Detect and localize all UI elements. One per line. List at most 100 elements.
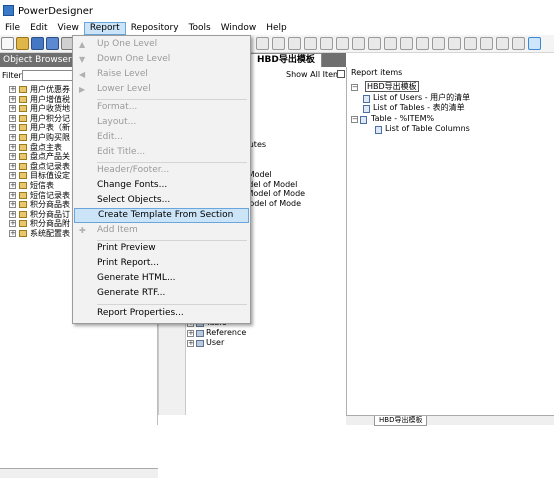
table-icon	[19, 162, 27, 170]
menu-item-select-objects[interactable]: Select Objects...	[74, 193, 249, 208]
report-root-item[interactable]: − HBD导出模板	[351, 81, 551, 93]
menu-item-print-preview[interactable]: Print Preview	[74, 241, 249, 256]
menu-item-report-properties[interactable]: Report Properties...	[74, 306, 249, 321]
expand-icon[interactable]: +	[9, 181, 16, 189]
menu-item-lower-level[interactable]: ▶ Lower Level	[74, 82, 249, 97]
menu-help[interactable]: Help	[261, 22, 292, 35]
expand-icon[interactable]: +	[9, 162, 16, 170]
toolbar-icon-10[interactable]	[400, 37, 413, 50]
menu-item-raise-level[interactable]: ◀ Raise Level	[74, 67, 249, 82]
report-items-label: Report items	[351, 68, 403, 77]
report-item[interactable]: List of Tables - 表的清单	[351, 103, 551, 114]
list-icon	[375, 126, 382, 134]
expand-icon[interactable]: +	[9, 191, 16, 199]
menu-file[interactable]: File	[0, 22, 25, 35]
menu-item-edit[interactable]: Edit...	[74, 130, 249, 145]
menu-edit[interactable]: Edit	[25, 22, 52, 35]
toolbar-icon-14[interactable]	[464, 37, 477, 50]
toolbar-icon-8[interactable]	[368, 37, 381, 50]
menu-repository[interactable]: Repository	[126, 22, 184, 35]
menu-item-generate-rtf[interactable]: Generate RTF...	[74, 286, 249, 301]
table-icon	[19, 105, 27, 113]
report-items-pane: Report items − HBD导出模板 List of Users - 用户…	[346, 67, 554, 425]
table-icon	[19, 95, 27, 103]
toolbar-icon-9[interactable]	[384, 37, 397, 50]
down-arrow-icon: ▼	[79, 55, 86, 64]
expand-icon[interactable]: +	[9, 201, 16, 209]
user-icon	[196, 340, 204, 347]
toolbar-icon-15[interactable]	[480, 37, 493, 50]
toolbar-icon-3[interactable]	[288, 37, 301, 50]
menu-item-up-one-level[interactable]: ▲ Up One Level	[74, 37, 249, 52]
toolbar-icon-13[interactable]	[448, 37, 461, 50]
toolbar-icon-16[interactable]	[496, 37, 509, 50]
expand-icon[interactable]: +	[9, 114, 16, 122]
open-folder-icon[interactable]	[16, 37, 29, 50]
report-item[interactable]: List of Table Columns	[351, 124, 551, 135]
menu-item-print-report[interactable]: Print Report...	[74, 256, 249, 271]
menu-item-change-fonts[interactable]: Change Fonts...	[74, 178, 249, 193]
expand-icon[interactable]: +	[9, 220, 16, 228]
new-icon[interactable]	[1, 37, 14, 50]
expand-icon[interactable]: +	[9, 143, 16, 151]
report-bottom-tabs: HBD导出模板	[346, 415, 554, 426]
toolbar-icon-17[interactable]	[512, 37, 525, 50]
title-bar: PowerDesigner	[0, 0, 554, 22]
show-all-items-checkbox[interactable]	[337, 70, 345, 78]
menu-item-layout[interactable]: Layout...	[74, 115, 249, 130]
add-item-icon: ✚	[79, 226, 86, 235]
menu-item-create-template-from-section[interactable]: Create Template From Section	[74, 208, 249, 223]
save-icon[interactable]	[31, 37, 44, 50]
menu-view[interactable]: View	[53, 22, 84, 35]
toolbar-icon-6[interactable]	[336, 37, 349, 50]
menu-report[interactable]: Report	[83, 22, 126, 35]
list-icon	[363, 105, 370, 113]
menu-item-generate-html[interactable]: Generate HTML...	[74, 271, 249, 286]
expand-icon[interactable]: +	[9, 133, 16, 141]
toolbar-icon-2[interactable]	[272, 37, 285, 50]
menu-window[interactable]: Window	[216, 22, 262, 35]
menu-item-add-item[interactable]: ✚ Add Item	[74, 223, 249, 238]
menu-item-down-one-level[interactable]: ▼ Down One Level	[74, 52, 249, 67]
expand-icon[interactable]: +	[9, 86, 16, 93]
toolbar-icon-5[interactable]	[320, 37, 333, 50]
save-all-icon[interactable]	[46, 37, 59, 50]
expand-icon[interactable]: +	[9, 124, 16, 132]
toolbar-icon-12[interactable]	[432, 37, 445, 50]
report-menu-dropdown: ▲ Up One Level ▼ Down One Level ◀ Raise Lev…	[72, 35, 251, 324]
expand-icon[interactable]: +	[9, 153, 16, 161]
expand-icon[interactable]: +	[9, 95, 16, 103]
toolbar-icon-4[interactable]	[304, 37, 317, 50]
collapse-icon[interactable]: −	[351, 115, 358, 123]
expand-icon[interactable]: +	[9, 105, 16, 113]
list-icon	[363, 94, 370, 103]
collapse-icon[interactable]: −	[351, 84, 358, 91]
table-icon	[19, 133, 27, 141]
menu-item-format[interactable]: Format...	[74, 100, 249, 115]
expand-icon[interactable]: +	[187, 340, 194, 347]
report-item-table[interactable]: − Table - %ITEM%	[351, 114, 551, 125]
toolbar-icon-11[interactable]	[416, 37, 429, 50]
expand-icon[interactable]: +	[9, 210, 16, 218]
table-icon	[19, 229, 27, 237]
menu-tools[interactable]: Tools	[184, 22, 216, 35]
menu-bar: File Edit View Report Repository Tools W…	[0, 22, 554, 35]
tab-report-template[interactable]: HBD导出模板	[250, 53, 322, 67]
expand-icon[interactable]: +	[9, 172, 16, 180]
menu-separator	[97, 304, 247, 305]
tree-item-user[interactable]: + User	[186, 338, 346, 348]
expand-icon[interactable]: +	[187, 330, 194, 337]
expand-icon[interactable]: +	[9, 229, 16, 237]
menu-item-edit-title[interactable]: Edit Title...	[74, 145, 249, 160]
window-title: PowerDesigner	[18, 5, 94, 17]
table-icon	[19, 153, 27, 161]
tree-item-reference[interactable]: + Reference	[186, 328, 346, 338]
report-item[interactable]: List of Users - 用户的清单	[351, 93, 551, 104]
toolbar-icon-1[interactable]	[256, 37, 269, 50]
table-icon	[19, 86, 27, 93]
toolbar-icon-selected[interactable]	[528, 37, 541, 50]
table-icon	[19, 181, 27, 189]
menu-item-header-footer[interactable]: Header/Footer...	[74, 163, 249, 178]
table-icon	[19, 172, 27, 180]
toolbar-icon-7[interactable]	[352, 37, 365, 50]
